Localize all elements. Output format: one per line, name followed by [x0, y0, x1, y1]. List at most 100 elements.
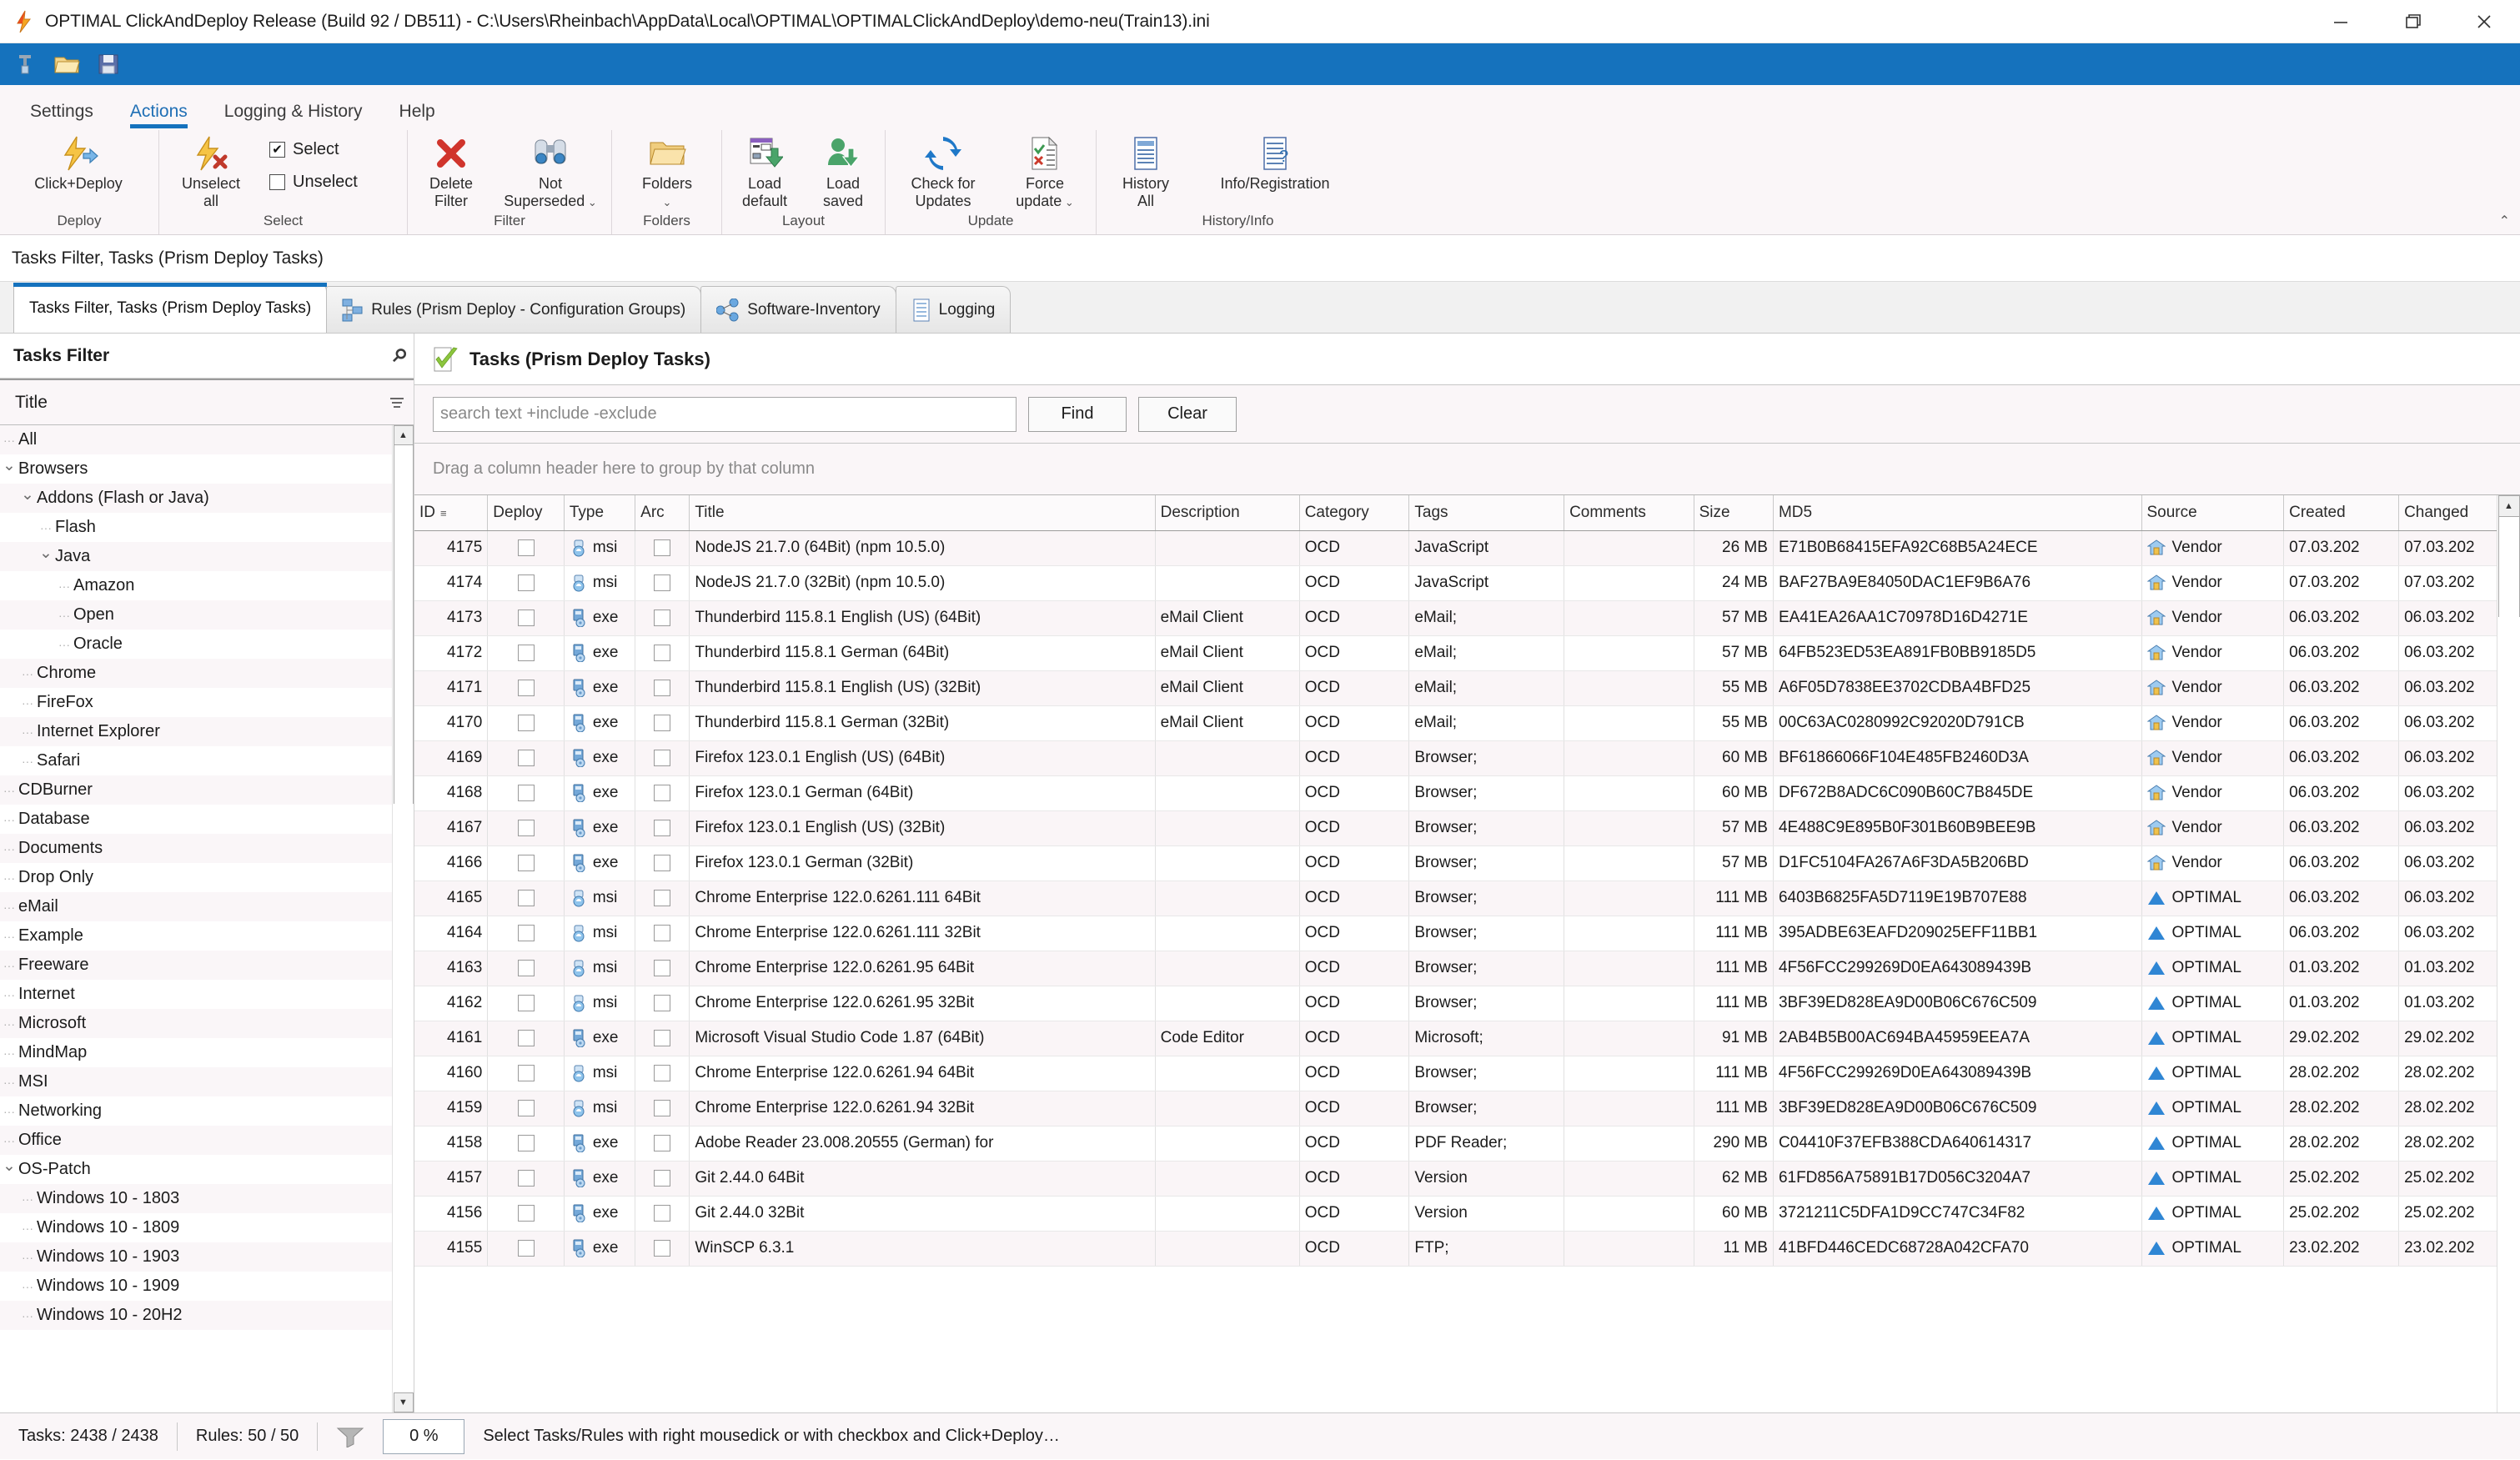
unselect-checkbox[interactable]: [269, 174, 285, 190]
cell-arc[interactable]: [635, 810, 690, 845]
group-by-drop-area[interactable]: Drag a column header here to group by th…: [414, 444, 2520, 495]
tree-expander-icon[interactable]: [37, 547, 55, 566]
deploy-checkbox[interactable]: [518, 960, 535, 976]
grid-scroll-up-arrow-icon[interactable]: ▲: [2498, 495, 2520, 517]
table-row[interactable]: 4160msiChrome Enterprise 122.0.6261.94 6…: [414, 1056, 2497, 1091]
ribbon-tab-actions[interactable]: Actions: [112, 102, 206, 130]
cell-deploy[interactable]: [488, 705, 565, 740]
deploy-checkbox[interactable]: [518, 574, 535, 591]
cell-deploy[interactable]: [488, 1196, 565, 1231]
tree-item[interactable]: Oracle: [0, 630, 392, 659]
table-row[interactable]: 4166exeFirefox 123.0.1 German (32Bit)OCD…: [414, 845, 2497, 881]
tree-item[interactable]: Amazon: [0, 571, 392, 600]
deploy-checkbox[interactable]: [518, 1205, 535, 1222]
table-row[interactable]: 4172exeThunderbird 115.8.1 German (64Bit…: [414, 635, 2497, 670]
table-row[interactable]: 4157exeGit 2.44.0 64BitOCDVersion62 MB61…: [414, 1161, 2497, 1196]
deploy-checkbox[interactable]: [518, 750, 535, 766]
table-row[interactable]: 4161exeMicrosoft Visual Studio Code 1.87…: [414, 1021, 2497, 1056]
cell-arc[interactable]: [635, 1161, 690, 1196]
scroll-up-arrow-icon[interactable]: ▲: [394, 425, 414, 445]
arc-checkbox[interactable]: [654, 890, 670, 906]
deploy-checkbox[interactable]: [518, 1240, 535, 1257]
tree-item[interactable]: Windows 10 - 1909: [0, 1272, 392, 1301]
cell-arc[interactable]: [635, 1091, 690, 1126]
unselect-checkbox-row[interactable]: Unselect: [269, 173, 358, 192]
column-header-source[interactable]: Source: [2141, 495, 2284, 530]
cell-deploy[interactable]: [488, 951, 565, 986]
table-row[interactable]: 4173exeThunderbird 115.8.1 English (US) …: [414, 600, 2497, 635]
cell-arc[interactable]: [635, 845, 690, 881]
cell-arc[interactable]: [635, 565, 690, 600]
table-row[interactable]: 4156exeGit 2.44.0 32BitOCDVersion60 MB37…: [414, 1196, 2497, 1231]
table-row[interactable]: 4155exeWinSCP 6.3.1OCDFTP;11 MB41BFD446C…: [414, 1231, 2497, 1266]
arc-checkbox[interactable]: [654, 1065, 670, 1081]
cell-arc[interactable]: [635, 1021, 690, 1056]
scroll-down-arrow-icon[interactable]: ▼: [394, 1392, 414, 1412]
tree-item[interactable]: Addons (Flash or Java): [0, 484, 392, 513]
arc-checkbox[interactable]: [654, 645, 670, 661]
tab-tasks-filter[interactable]: Tasks Filter, Tasks (Prism Deploy Tasks): [13, 283, 327, 333]
cell-arc[interactable]: [635, 1231, 690, 1266]
tree-item[interactable]: Open: [0, 600, 392, 630]
cell-deploy[interactable]: [488, 775, 565, 810]
cell-deploy[interactable]: [488, 1126, 565, 1161]
select-checkbox-row[interactable]: Select: [269, 140, 358, 159]
cell-arc[interactable]: [635, 1196, 690, 1231]
table-row[interactable]: 4163msiChrome Enterprise 122.0.6261.95 6…: [414, 951, 2497, 986]
tab-rules[interactable]: Rules (Prism Deploy - Configuration Grou…: [326, 286, 701, 333]
tree-item[interactable]: Internet: [0, 980, 392, 1009]
tree-item[interactable]: All: [0, 425, 392, 454]
cell-arc[interactable]: [635, 705, 690, 740]
table-row[interactable]: 4170exeThunderbird 115.8.1 German (32Bit…: [414, 705, 2497, 740]
select-checkbox[interactable]: [269, 142, 285, 158]
ribbon-tab-logging-history[interactable]: Logging & History: [206, 102, 381, 130]
arc-checkbox[interactable]: [654, 574, 670, 591]
tree-item[interactable]: Microsoft: [0, 1009, 392, 1038]
arc-checkbox[interactable]: [654, 1100, 670, 1116]
cell-arc[interactable]: [635, 1056, 690, 1091]
cell-deploy[interactable]: [488, 1161, 565, 1196]
cell-deploy[interactable]: [488, 530, 565, 565]
tree-item[interactable]: Windows 10 - 1809: [0, 1213, 392, 1242]
cell-deploy[interactable]: [488, 1091, 565, 1126]
unselect-all-button[interactable]: Unselect all: [163, 133, 259, 210]
deploy-checkbox[interactable]: [518, 715, 535, 731]
arc-checkbox[interactable]: [654, 1170, 670, 1187]
arc-checkbox[interactable]: [654, 1030, 670, 1046]
filter-icon[interactable]: [389, 395, 405, 410]
arc-checkbox[interactable]: [654, 925, 670, 941]
tree-item[interactable]: Documents: [0, 834, 392, 863]
grid-vertical-scrollbar[interactable]: ▲: [2497, 495, 2520, 1412]
table-row[interactable]: 4162msiChrome Enterprise 122.0.6261.95 3…: [414, 986, 2497, 1021]
delete-filter-button[interactable]: Delete Filter: [411, 133, 491, 210]
tab-logging[interactable]: Logging: [896, 286, 1012, 333]
deploy-checkbox[interactable]: [518, 995, 535, 1011]
cell-arc[interactable]: [635, 635, 690, 670]
cell-arc[interactable]: [635, 670, 690, 705]
info-registration-button[interactable]: ? Info/Registration: [1192, 133, 1358, 193]
column-header-deploy[interactable]: Deploy: [488, 495, 565, 530]
arc-checkbox[interactable]: [654, 1205, 670, 1222]
tree-item[interactable]: MSI: [0, 1067, 392, 1096]
tree-item[interactable]: Flash: [0, 513, 392, 542]
tree-scroll-thumb[interactable]: [394, 445, 414, 804]
deploy-checkbox[interactable]: [518, 680, 535, 696]
arc-checkbox[interactable]: [654, 820, 670, 836]
pin-icon[interactable]: ⚲: [387, 344, 411, 368]
cell-deploy[interactable]: [488, 1056, 565, 1091]
tree-item[interactable]: Internet Explorer: [0, 717, 392, 746]
tree-item[interactable]: Windows 10 - 1803: [0, 1184, 392, 1213]
table-row[interactable]: 4159msiChrome Enterprise 122.0.6261.94 3…: [414, 1091, 2497, 1126]
column-header-category[interactable]: Category: [1299, 495, 1409, 530]
cell-deploy[interactable]: [488, 881, 565, 916]
table-row[interactable]: 4164msiChrome Enterprise 122.0.6261.111 …: [414, 916, 2497, 951]
tree-column-header[interactable]: Title: [0, 379, 414, 425]
tasks-filter-tree[interactable]: AllBrowsersAddons (Flash or Java)FlashJa…: [0, 425, 392, 1412]
deploy-checkbox[interactable]: [518, 1135, 535, 1151]
column-header-tags[interactable]: Tags: [1409, 495, 1564, 530]
tree-item[interactable]: Safari: [0, 746, 392, 775]
arc-checkbox[interactable]: [654, 715, 670, 731]
deploy-checkbox[interactable]: [518, 925, 535, 941]
tool-icon[interactable]: [7, 46, 43, 83]
cell-deploy[interactable]: [488, 845, 565, 881]
